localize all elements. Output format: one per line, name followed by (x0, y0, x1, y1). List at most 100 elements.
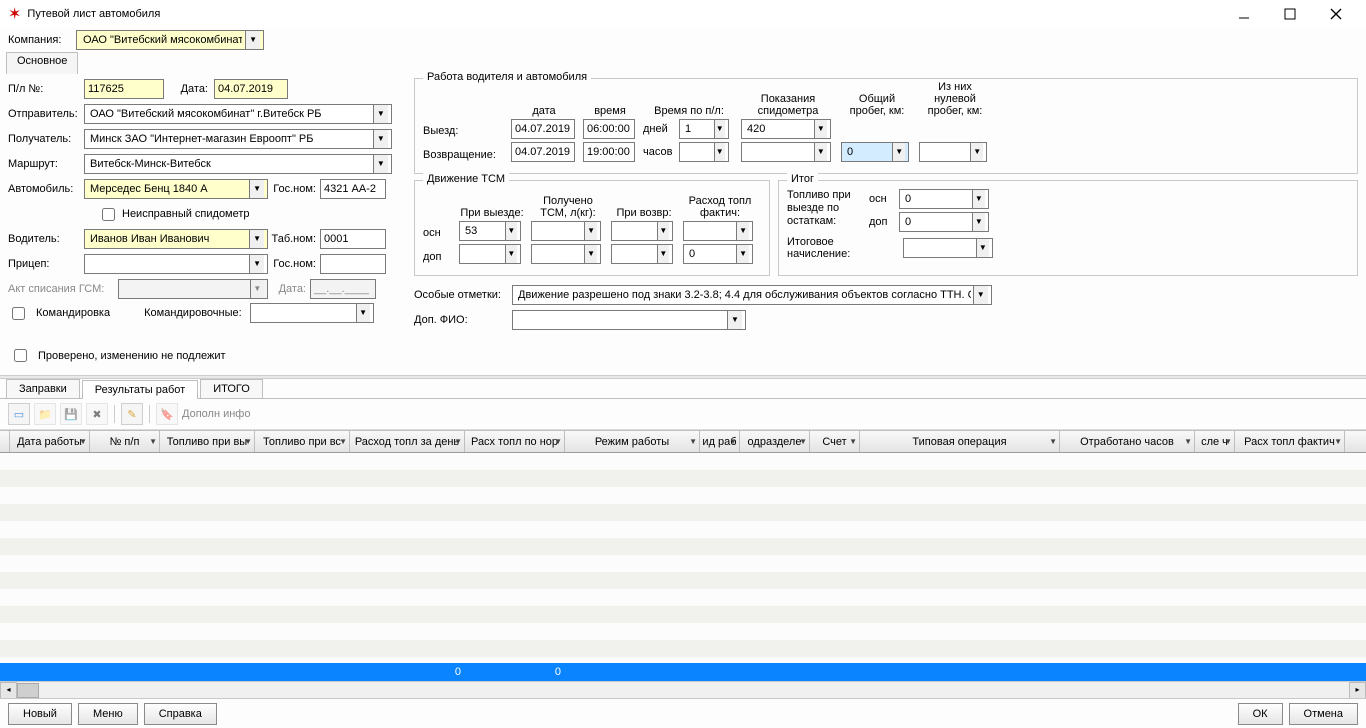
grid-col-header[interactable]: Отработано часов▼ (1060, 431, 1195, 452)
verified-checkbox[interactable] (14, 349, 27, 362)
tab-total[interactable]: ИТОГО (200, 379, 263, 398)
osn-fact[interactable]: ▼ (683, 221, 753, 241)
fio-combo[interactable]: ▼ (512, 310, 746, 330)
chevron-down-icon[interactable]: ▼ (373, 155, 388, 173)
minimize-button[interactable] (1222, 2, 1266, 26)
cancel-button[interactable]: Отмена (1289, 703, 1358, 725)
trailer-combo[interactable]: ▼ (84, 254, 268, 274)
table-row[interactable] (0, 504, 1366, 521)
itog-final[interactable]: ▼ (903, 238, 993, 258)
chevron-down-icon[interactable]: ▼ (973, 286, 989, 304)
help-button[interactable]: Справка (144, 703, 217, 725)
grid-col-header[interactable]: Счет▼ (810, 431, 860, 452)
ret-time[interactable] (583, 142, 635, 162)
chevron-down-icon[interactable]: ▼ (892, 143, 905, 161)
chevron-down-icon[interactable]: ▼ (736, 222, 749, 240)
dop-fact[interactable]: ▼ (683, 244, 753, 264)
grid-col-header[interactable]: Расх топл по нор▼ (465, 431, 565, 452)
open-button[interactable]: 📁 (34, 403, 56, 425)
table-row[interactable] (0, 572, 1366, 589)
gosnom-input[interactable] (320, 179, 386, 199)
itog-dop[interactable]: ▼ (899, 212, 989, 232)
tab-main[interactable]: Основное (6, 52, 78, 74)
chevron-down-icon[interactable]: ▼ (373, 130, 388, 148)
days-combo[interactable]: ▼ (679, 119, 729, 139)
grid-col-header[interactable]: Режим работы▼ (565, 431, 700, 452)
chevron-down-icon[interactable]: ▼ (249, 180, 264, 198)
special-notes-combo[interactable]: ▼ (512, 285, 992, 305)
chevron-down-icon[interactable]: ▼ (245, 31, 260, 49)
spido-ret[interactable]: ▼ (741, 142, 831, 162)
edit-button[interactable]: ✎ (121, 403, 143, 425)
chevron-down-icon[interactable]: ▼ (249, 230, 264, 248)
chevron-down-icon[interactable]: ▼ (970, 143, 983, 161)
results-grid[interactable]: Дата работы▼№ п/п▼Топливо при вы▼Топливо… (0, 430, 1366, 681)
table-row[interactable] (0, 555, 1366, 572)
grid-col-header[interactable]: Топливо при вс▼ (255, 431, 350, 452)
komandirovka-checkbox[interactable] (12, 307, 25, 320)
total-km[interactable]: ▼ (841, 142, 909, 162)
table-row[interactable] (0, 470, 1366, 487)
table-row[interactable] (0, 487, 1366, 504)
table-row[interactable] (0, 623, 1366, 640)
menu-button[interactable]: Меню (78, 703, 138, 725)
maximize-button[interactable] (1268, 2, 1312, 26)
chevron-down-icon[interactable]: ▼ (657, 222, 669, 240)
gosnom2-input[interactable] (320, 254, 386, 274)
chevron-down-icon[interactable]: ▼ (584, 222, 597, 240)
zero-km[interactable]: ▼ (919, 142, 987, 162)
hours-combo[interactable]: ▼ (679, 142, 729, 162)
scroll-right-button[interactable]: ▸ (1349, 682, 1366, 699)
date-input[interactable] (214, 79, 288, 99)
grid-hscroll[interactable]: ◂ ▸ (0, 681, 1366, 698)
table-row[interactable] (0, 606, 1366, 623)
table-row[interactable] (0, 589, 1366, 606)
chevron-down-icon[interactable]: ▼ (356, 304, 370, 322)
chevron-down-icon[interactable]: ▼ (972, 190, 985, 208)
osn-recv[interactable]: ▼ (531, 221, 601, 241)
tabnom-input[interactable] (320, 229, 386, 249)
ret-date[interactable] (511, 142, 575, 162)
scroll-thumb[interactable] (17, 683, 39, 698)
driver-combo[interactable]: ▼ (84, 229, 268, 249)
grid-col-header[interactable]: Топливо при вы▼ (160, 431, 255, 452)
company-input[interactable] (80, 32, 245, 48)
receiver-combo[interactable]: ▼ (84, 129, 392, 149)
osn-ret[interactable]: ▼ (611, 221, 673, 241)
ok-button[interactable]: ОК (1238, 703, 1283, 725)
chevron-down-icon[interactable]: ▼ (505, 245, 517, 263)
close-button[interactable] (1314, 2, 1358, 26)
chevron-down-icon[interactable]: ▼ (505, 222, 517, 240)
grid-col-header[interactable]: Расход топл за день▼ (350, 431, 465, 452)
dop-before[interactable]: ▼ (459, 244, 521, 264)
chevron-down-icon[interactable]: ▼ (814, 120, 827, 138)
auto-combo[interactable]: ▼ (84, 179, 268, 199)
tab-results[interactable]: Результаты работ (82, 380, 198, 399)
chevron-down-icon[interactable]: ▼ (814, 143, 827, 161)
info-button[interactable]: 🔖 (156, 403, 178, 425)
out-time[interactable] (583, 119, 635, 139)
chevron-down-icon[interactable]: ▼ (736, 245, 749, 263)
company-combo[interactable]: ▼ (76, 30, 264, 50)
table-row[interactable] (0, 521, 1366, 538)
scroll-left-button[interactable]: ◂ (0, 682, 17, 699)
itog-osn[interactable]: ▼ (899, 189, 989, 209)
grid-col-header[interactable]: одразделе▼ (740, 431, 810, 452)
out-date[interactable] (511, 119, 575, 139)
chevron-down-icon[interactable]: ▼ (714, 120, 725, 138)
new-button[interactable]: Новый (8, 703, 72, 725)
save-button[interactable]: 💾 (60, 403, 82, 425)
chevron-down-icon[interactable]: ▼ (657, 245, 669, 263)
table-row[interactable] (0, 640, 1366, 657)
chevron-down-icon[interactable]: ▼ (584, 245, 597, 263)
chevron-down-icon[interactable]: ▼ (976, 239, 989, 257)
grid-col-header[interactable]: ид раб▼ (700, 431, 740, 452)
chevron-down-icon[interactable]: ▼ (249, 255, 264, 273)
table-row[interactable] (0, 538, 1366, 555)
grid-col-header[interactable]: Дата работы▼ (10, 431, 90, 452)
delete-button[interactable]: ✖ (86, 403, 108, 425)
grid-col-header[interactable] (0, 431, 10, 452)
sender-combo[interactable]: ▼ (84, 104, 392, 124)
chevron-down-icon[interactable]: ▼ (727, 311, 742, 329)
dop-recv[interactable]: ▼ (531, 244, 601, 264)
